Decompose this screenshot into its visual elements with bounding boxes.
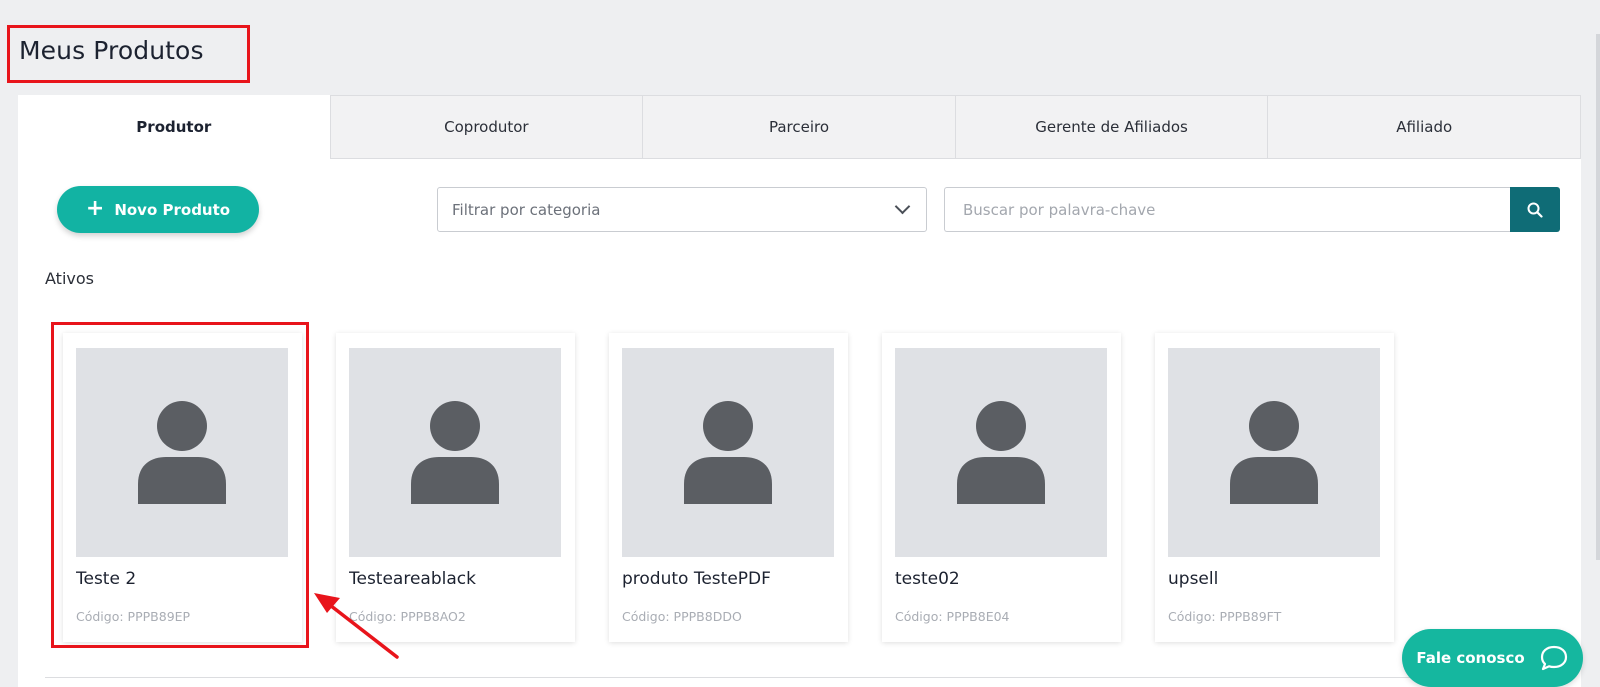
page-title: Meus Produtos (19, 36, 204, 65)
user-placeholder-icon (411, 400, 499, 504)
product-name: upsell (1168, 569, 1219, 589)
chat-button-label: Fale conosco (1416, 649, 1525, 667)
search-button[interactable] (1510, 187, 1560, 232)
user-placeholder-icon (957, 400, 1045, 504)
product-thumbnail (1168, 348, 1380, 557)
product-thumbnail (76, 348, 288, 557)
product-grid: Teste 2 Código: PPPB89EP Testeareablack … (63, 333, 1394, 642)
product-code: Código: PPPB89FT (1168, 609, 1282, 624)
product-card[interactable]: teste02 Código: PPPB8E04 (882, 333, 1121, 642)
user-placeholder-icon (684, 400, 772, 504)
page: Meus Produtos Produtor Coprodutor Parcei… (0, 0, 1600, 687)
section-label-ativos: Ativos (45, 269, 94, 288)
search-icon (1527, 202, 1543, 218)
new-product-label: Novo Produto (114, 200, 231, 219)
new-product-button[interactable]: + Novo Produto (57, 186, 259, 233)
product-name: Testeareablack (349, 569, 476, 589)
chat-button[interactable]: Fale conosco (1402, 629, 1583, 687)
tab-parceiro[interactable]: Parceiro (643, 95, 956, 159)
product-thumbnail (349, 348, 561, 557)
product-name: teste02 (895, 569, 960, 589)
category-select[interactable]: Filtrar por categoria (437, 187, 927, 232)
product-thumbnail (895, 348, 1107, 557)
scrollbar[interactable] (1596, 34, 1600, 560)
tab-gerente-de-afiliados[interactable]: Gerente de Afiliados (955, 95, 1269, 159)
user-placeholder-icon (1230, 400, 1318, 504)
plus-icon: + (85, 195, 105, 221)
user-placeholder-icon (138, 400, 226, 504)
product-code: Código: PPPB8DDO (622, 609, 742, 624)
product-thumbnail (622, 348, 834, 557)
tab-produtor[interactable]: Produtor (18, 95, 330, 159)
product-code: Código: PPPB89EP (76, 609, 191, 624)
chat-bubble-icon (1540, 645, 1567, 671)
tab-coprodutor[interactable]: Coprodutor (329, 95, 644, 159)
divider (45, 677, 1565, 678)
product-card[interactable]: produto TestePDF Código: PPPB8DDO (609, 333, 848, 642)
product-name: produto TestePDF (622, 569, 771, 589)
product-card[interactable]: Teste 2 Código: PPPB89EP (63, 333, 302, 642)
product-card[interactable]: Testeareablack Código: PPPB8AO2 (336, 333, 575, 642)
product-card[interactable]: upsell Código: PPPB89FT (1155, 333, 1394, 642)
product-code: Código: PPPB8E04 (895, 609, 1010, 624)
product-name: Teste 2 (76, 569, 137, 589)
chevron-down-icon (894, 198, 911, 215)
category-select-value: Filtrar por categoria (452, 200, 601, 219)
product-code: Código: PPPB8AO2 (349, 609, 466, 624)
tab-bar: Produtor Coprodutor Parceiro Gerente de … (18, 95, 1581, 159)
search-input[interactable] (944, 187, 1510, 232)
tab-afiliado[interactable]: Afiliado (1268, 95, 1581, 159)
